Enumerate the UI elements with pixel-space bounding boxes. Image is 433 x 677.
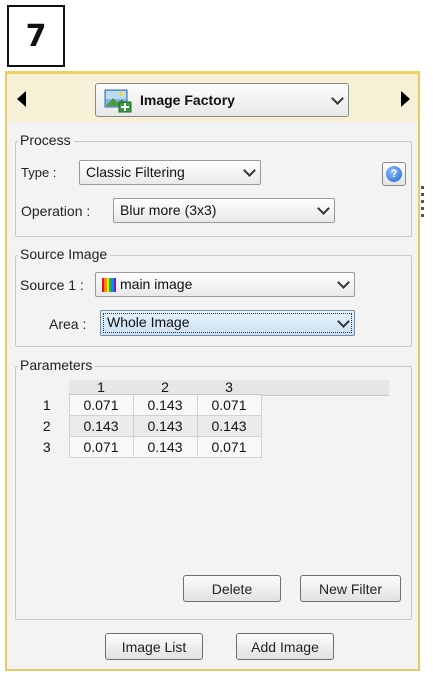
image-factory-panel: Image Factory Process Type : Classic Fil…: [5, 71, 420, 671]
column-header: 2: [133, 380, 197, 395]
source-label: Source 1 :: [20, 277, 84, 293]
table-cell[interactable]: 0.143: [132, 415, 198, 437]
operation-value: Blur more (3x3): [120, 202, 217, 218]
source-value: main image: [120, 276, 193, 292]
table-row: 3 0.071 0.143 0.071: [25, 436, 262, 458]
new-filter-button[interactable]: New Filter: [300, 575, 401, 602]
source-image-legend: Source Image: [18, 246, 111, 262]
table-cell[interactable]: 0.071: [196, 394, 262, 416]
chevron-down-icon[interactable]: [312, 199, 334, 222]
table-cell[interactable]: 0.143: [132, 436, 198, 458]
table-cell[interactable]: 0.071: [68, 394, 134, 416]
column-header: 1: [69, 380, 133, 395]
operation-select[interactable]: Blur more (3x3): [113, 198, 335, 223]
image-colorbar-icon: [102, 278, 116, 292]
operation-label: Operation :: [21, 203, 91, 219]
factory-label: Image Factory: [140, 92, 235, 108]
source-select[interactable]: main image: [95, 272, 355, 297]
table-row: 2 0.143 0.143 0.143: [25, 415, 262, 437]
filter-kernel-table: 1 2 3 1 0.071 0.143 0.071 2 0.143 0.143 …: [25, 380, 262, 458]
image-factory-icon: [104, 89, 132, 113]
chevron-down-icon[interactable]: [332, 273, 354, 296]
table-cell[interactable]: 0.071: [68, 436, 134, 458]
table-header-filler: [261, 380, 389, 396]
area-value: Whole Image: [107, 314, 190, 330]
chevron-down-icon[interactable]: [326, 84, 348, 116]
table-cell[interactable]: 0.143: [132, 394, 198, 416]
add-image-button[interactable]: Add Image: [236, 633, 334, 660]
parameters-legend: Parameters: [18, 357, 96, 373]
panel-header: Image Factory: [7, 74, 418, 122]
table-row: 1 0.071 0.143 0.071: [25, 394, 262, 416]
panel-resize-handle[interactable]: [421, 186, 425, 221]
row-header: 3: [42, 439, 51, 455]
delete-button[interactable]: Delete: [183, 575, 281, 602]
next-arrow-icon[interactable]: [397, 88, 413, 110]
corner-cell: [25, 380, 69, 395]
chevron-down-icon[interactable]: [332, 311, 354, 335]
type-label: Type :: [21, 165, 57, 180]
table-cell[interactable]: 0.071: [196, 436, 262, 458]
area-label: Area :: [49, 316, 87, 332]
column-header: 3: [197, 380, 261, 395]
area-select[interactable]: Whole Image: [100, 310, 355, 336]
table-cell[interactable]: 0.143: [196, 415, 262, 437]
type-select[interactable]: Classic Filtering: [79, 160, 261, 185]
process-legend: Process: [18, 132, 74, 148]
step-number-badge: 7: [7, 5, 65, 67]
previous-arrow-icon[interactable]: [13, 88, 29, 110]
row-header: 1: [42, 397, 51, 413]
factory-selector[interactable]: Image Factory: [95, 83, 349, 117]
row-header: 2: [42, 418, 51, 434]
help-button[interactable]: ?: [382, 162, 406, 186]
image-list-button[interactable]: Image List: [105, 633, 203, 660]
table-cell[interactable]: 0.143: [68, 415, 134, 437]
type-value: Classic Filtering: [86, 164, 185, 180]
chevron-down-icon[interactable]: [238, 161, 260, 184]
help-icon: ?: [386, 166, 402, 182]
